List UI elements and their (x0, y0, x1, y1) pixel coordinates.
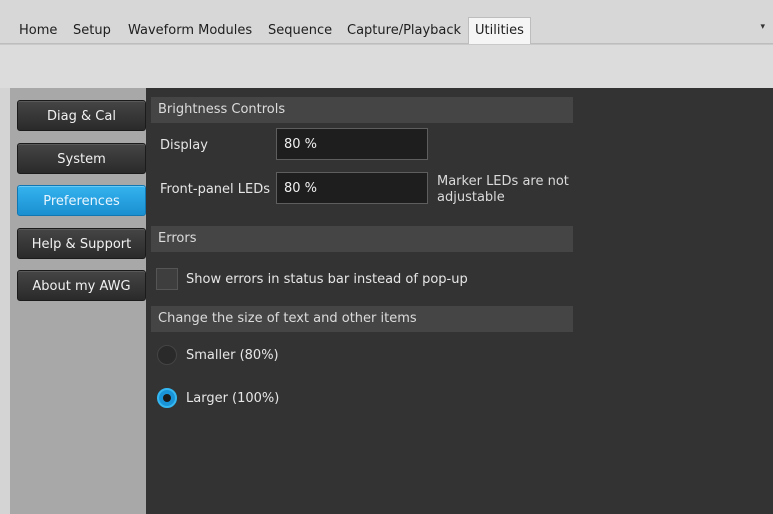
text-size-header: Change the size of text and other items (151, 306, 573, 332)
menu-waveform-modules[interactable]: Waveform Modules (128, 18, 252, 43)
menu-utilities[interactable]: Utilities (468, 17, 531, 44)
ribbon-strip (0, 44, 773, 88)
nav-about-my-awg[interactable]: About my AWG (17, 270, 146, 301)
larger-radio[interactable] (157, 388, 177, 408)
nav-system[interactable]: System (17, 143, 146, 174)
nav-diag-cal[interactable]: Diag & Cal (17, 100, 146, 131)
chevron-down-icon[interactable]: ▾ (760, 22, 765, 32)
nav-preferences[interactable]: Preferences (17, 185, 146, 216)
menu-capture-playback[interactable]: Capture/Playback (347, 18, 461, 43)
menu-setup[interactable]: Setup (73, 18, 111, 43)
front-panel-leds-label: Front-panel LEDs (160, 182, 271, 197)
smaller-label: Smaller (80%) (186, 348, 279, 363)
errors-header: Errors (151, 226, 573, 252)
front-panel-leds-input[interactable] (276, 172, 428, 204)
nav-help-support[interactable]: Help & Support (17, 228, 146, 259)
preferences-panel (146, 88, 773, 514)
larger-label: Larger (100%) (186, 391, 280, 406)
marker-leds-note: Marker LEDs are not adjustable (437, 174, 569, 205)
smaller-radio[interactable] (157, 345, 177, 365)
display-brightness-input[interactable] (276, 128, 428, 160)
left-nav: Diag & Cal System Preferences Help & Sup… (0, 88, 146, 514)
show-errors-label: Show errors in status bar instead of pop… (186, 272, 468, 287)
display-label: Display (160, 138, 208, 153)
show-errors-checkbox[interactable] (156, 268, 178, 290)
brightness-header: Brightness Controls (151, 97, 573, 123)
menu-bar: Home Setup Waveform Modules Sequence Cap… (0, 0, 773, 44)
menu-home[interactable]: Home (19, 18, 57, 43)
menu-sequence[interactable]: Sequence (268, 18, 332, 43)
